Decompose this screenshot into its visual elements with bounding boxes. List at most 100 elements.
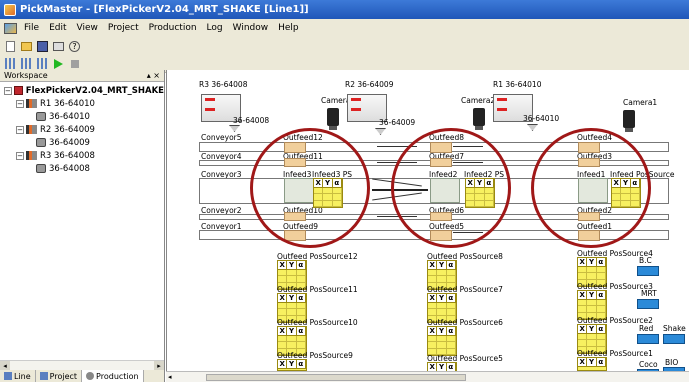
- menu-file[interactable]: File: [19, 23, 44, 33]
- window-title: PickMaster - [FlexPickerV2.04_MRT_SHAKE …: [20, 4, 309, 15]
- menu-edit[interactable]: Edit: [44, 23, 71, 33]
- outfeed-possource[interactable]: XYα: [577, 357, 607, 371]
- collapse-icon[interactable]: −: [16, 151, 24, 160]
- robot-icon: [26, 125, 37, 134]
- camera-3[interactable]: [327, 108, 339, 130]
- ps-y: Y: [287, 327, 297, 335]
- new-file-button[interactable]: [4, 40, 17, 53]
- menu-bar: File Edit View Project Production Log Wi…: [0, 19, 689, 37]
- document-icon[interactable]: [4, 22, 17, 34]
- print-button[interactable]: [52, 40, 65, 53]
- workspace-title: Workspace: [4, 71, 48, 80]
- menu-production[interactable]: Production: [144, 23, 202, 33]
- camera-icon: [36, 164, 46, 173]
- tab-label: Production: [96, 371, 139, 381]
- workspace-controls[interactable]: ▴ ×: [147, 71, 160, 80]
- tree-item-camera-r2[interactable]: 36-64009: [0, 136, 164, 149]
- workspace-scrollbar[interactable]: ◂ ▸: [0, 360, 164, 371]
- tree-item-camera-r1[interactable]: 36-64010: [0, 110, 164, 123]
- layout-button-2[interactable]: [20, 57, 33, 70]
- ps-alpha: α: [296, 294, 306, 302]
- workspace-header: Workspace ▴ ×: [0, 70, 164, 82]
- menu-help[interactable]: Help: [273, 23, 304, 33]
- outfeed-possource[interactable]: XYα: [277, 359, 307, 371]
- robot-label-r1: R1 36-64010: [493, 80, 542, 89]
- folder-icon: [21, 41, 32, 51]
- robot-icon: [26, 151, 37, 160]
- workspace-panel: Workspace ▴ × − FlexPickerV2.04_MRT_SHAK…: [0, 70, 165, 382]
- tree-item-robot-r1[interactable]: − R1 36-64010: [0, 97, 164, 110]
- layout-button-3[interactable]: [36, 57, 49, 70]
- layout-button-1[interactable]: [4, 57, 17, 70]
- item-bc[interactable]: [637, 266, 659, 276]
- ps-x: X: [278, 294, 288, 302]
- menu-view[interactable]: View: [72, 23, 103, 33]
- tool-icon[interactable]: [527, 124, 538, 131]
- work-area-circle-r3: [250, 128, 370, 248]
- gear-icon: [86, 372, 95, 380]
- item-label-red: Red: [639, 324, 654, 333]
- ps-alpha: α: [296, 327, 306, 335]
- collapse-icon[interactable]: −: [4, 86, 12, 95]
- tab-production[interactable]: Production: [82, 370, 144, 382]
- open-button[interactable]: [20, 40, 33, 53]
- ps-y: Y: [587, 325, 597, 333]
- tool-label-r1: 36-64010: [523, 114, 560, 123]
- canvas-scrollbar[interactable]: ◂: [166, 371, 689, 382]
- save-icon: [37, 40, 48, 52]
- layout-icon: [21, 58, 32, 69]
- collapse-icon[interactable]: −: [16, 99, 24, 108]
- ps-y: Y: [437, 294, 447, 302]
- camera-2[interactable]: [473, 108, 485, 130]
- stop-button[interactable]: [68, 57, 81, 70]
- tree-label: R2 36-64009: [40, 124, 95, 135]
- camera-1[interactable]: [623, 110, 635, 132]
- ps-x: X: [278, 261, 288, 269]
- run-button[interactable]: [52, 57, 65, 70]
- item-red[interactable]: [637, 334, 659, 344]
- ps-y: Y: [287, 261, 297, 269]
- tab-label: Line: [14, 371, 31, 381]
- camera-icon: [36, 138, 46, 147]
- ps-alpha: α: [596, 291, 606, 299]
- tab-project[interactable]: Project: [36, 370, 83, 382]
- workspace-tabs: Line Project Production: [0, 370, 164, 382]
- item-shake[interactable]: [663, 334, 685, 344]
- help-button[interactable]: ?: [68, 40, 81, 53]
- work-area-circle-r2: [391, 128, 511, 248]
- scroll-thumb[interactable]: [206, 374, 466, 381]
- menu-project[interactable]: Project: [103, 23, 144, 33]
- ps-x: X: [578, 325, 588, 333]
- tool-icon[interactable]: [375, 128, 386, 135]
- ps-y: Y: [587, 291, 597, 299]
- menu-window[interactable]: Window: [228, 23, 274, 33]
- ps-alpha: α: [596, 358, 606, 366]
- item-mrt[interactable]: [637, 299, 659, 309]
- tree-item-camera-r3[interactable]: 36-64008: [0, 162, 164, 175]
- tree-item-project[interactable]: − FlexPickerV2.04_MRT_SHAKE: [0, 84, 164, 97]
- project-icon: [13, 86, 23, 95]
- ps-x: X: [428, 363, 438, 371]
- robot-label-r2: R2 36-64009: [345, 80, 394, 89]
- ps-x: X: [278, 327, 288, 335]
- ps-y: Y: [587, 258, 597, 266]
- save-button[interactable]: [36, 40, 49, 53]
- tool-icon[interactable]: [229, 125, 240, 132]
- tree-label: FlexPickerV2.04_MRT_SHAKE: [25, 85, 164, 96]
- collapse-icon[interactable]: −: [16, 125, 24, 134]
- tab-line[interactable]: Line: [0, 370, 36, 382]
- work-area-circle-r1: [531, 128, 651, 248]
- ps-x: X: [578, 258, 588, 266]
- play-icon: [54, 58, 63, 69]
- ps-y: Y: [587, 358, 597, 366]
- scroll-left-icon[interactable]: ◂: [168, 372, 178, 382]
- line-canvas[interactable]: R3 36-64008 36-64008 Camera3 R2 36-64009…: [166, 70, 689, 382]
- outfeed-possource[interactable]: XYα: [427, 326, 457, 356]
- tree-item-robot-r2[interactable]: − R2 36-64009: [0, 123, 164, 136]
- ps-alpha: α: [296, 360, 306, 368]
- ps-alpha: α: [446, 327, 456, 335]
- ps-alpha: α: [446, 294, 456, 302]
- tree-item-robot-r3[interactable]: − R3 36-64008: [0, 149, 164, 162]
- ps-x: X: [428, 327, 438, 335]
- menu-log[interactable]: Log: [202, 23, 228, 33]
